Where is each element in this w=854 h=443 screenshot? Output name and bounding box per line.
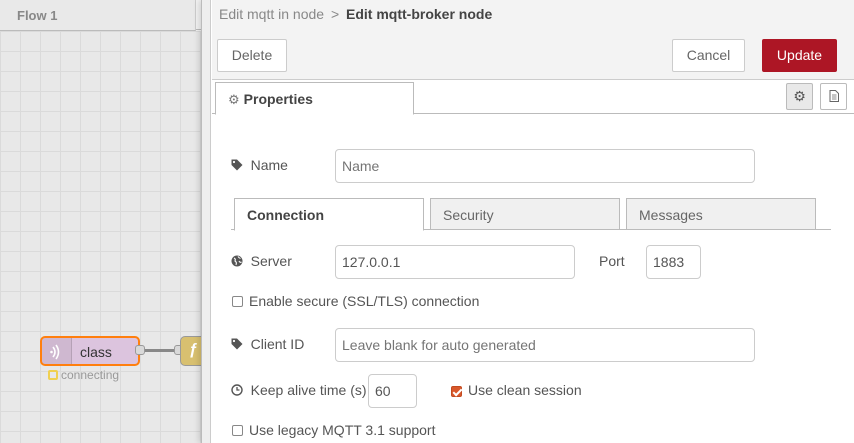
node-settings-button[interactable]: ⚙ xyxy=(786,83,813,110)
tab-messages[interactable]: Messages xyxy=(626,198,816,230)
client-id-input[interactable] xyxy=(335,328,755,362)
name-input[interactable] xyxy=(335,149,755,183)
globe-icon xyxy=(231,254,247,269)
tag-icon xyxy=(231,158,247,173)
tls-label[interactable]: Enable secure (SSL/TLS) connection xyxy=(249,293,479,309)
update-button[interactable]: Update xyxy=(762,39,837,72)
breadcrumb-separator: > xyxy=(330,6,340,22)
breadcrumb-current: Edit mqtt-broker node xyxy=(346,6,493,22)
breadcrumb-parent[interactable]: Edit mqtt in node xyxy=(219,6,324,22)
tab-properties[interactable]: ⚙ Properties xyxy=(215,82,414,115)
keep-alive-label: Keep alive time (s) xyxy=(231,382,367,398)
file-icon xyxy=(829,89,839,104)
status-ring-icon xyxy=(48,370,58,380)
port-input[interactable]: 1883 xyxy=(646,245,701,279)
port-label: Port xyxy=(599,253,625,269)
tab-security[interactable]: Security xyxy=(430,198,620,230)
tab-flow-1[interactable]: Flow 1 xyxy=(0,0,196,31)
node-label: class xyxy=(80,344,112,360)
tray-stack-edge[interactable] xyxy=(202,0,211,443)
client-id-label: Client ID xyxy=(231,336,304,352)
wifi-icon xyxy=(42,338,72,364)
cancel-button[interactable]: Cancel xyxy=(672,39,745,72)
name-label-text: Name xyxy=(250,157,288,173)
edit-tray: Edit mqtt in node > Edit mqtt-broker nod… xyxy=(201,0,854,443)
node-status-text: connecting xyxy=(61,368,120,382)
mqtt-in-node[interactable]: class xyxy=(40,336,140,366)
node-description-button[interactable] xyxy=(820,83,847,110)
legacy-mqtt-checkbox[interactable] xyxy=(232,425,243,436)
clock-icon xyxy=(231,383,247,398)
tab-connection[interactable]: Connection xyxy=(234,198,424,231)
node-status: connecting xyxy=(48,368,119,382)
keep-alive-input[interactable]: 60 xyxy=(368,374,417,408)
node-output-port[interactable] xyxy=(135,345,145,355)
client-id-label-text: Client ID xyxy=(250,336,305,352)
server-label-text: Server xyxy=(250,253,292,269)
tag-icon xyxy=(231,337,247,352)
delete-button[interactable]: Delete xyxy=(217,39,287,72)
gear-icon: ⚙ xyxy=(793,88,806,104)
clean-session-label[interactable]: Use clean session xyxy=(468,382,582,398)
server-label: Server xyxy=(231,253,292,269)
workspace: Flow 1 class ƒ connecting xyxy=(0,0,210,443)
tls-checkbox[interactable] xyxy=(232,296,243,307)
function-icon: ƒ xyxy=(189,341,198,358)
breadcrumb: Edit mqtt in node > Edit mqtt-broker nod… xyxy=(219,6,492,22)
tab-properties-label: Properties xyxy=(243,91,313,107)
keep-alive-label-text: Keep alive time (s) xyxy=(250,382,367,398)
clean-session-checkbox[interactable] xyxy=(451,386,462,397)
gear-icon: ⚙ xyxy=(228,92,240,107)
server-input[interactable]: 127.0.0.1 xyxy=(335,245,575,279)
workspace-tab-bar: Flow 1 xyxy=(0,0,210,31)
tray-tab-bar: ⚙ Properties ⚙ xyxy=(212,80,854,115)
name-label: Name xyxy=(231,157,288,173)
legacy-mqtt-label[interactable]: Use legacy MQTT 3.1 support xyxy=(249,422,435,438)
tray-header: Edit mqtt in node > Edit mqtt-broker nod… xyxy=(212,0,854,80)
